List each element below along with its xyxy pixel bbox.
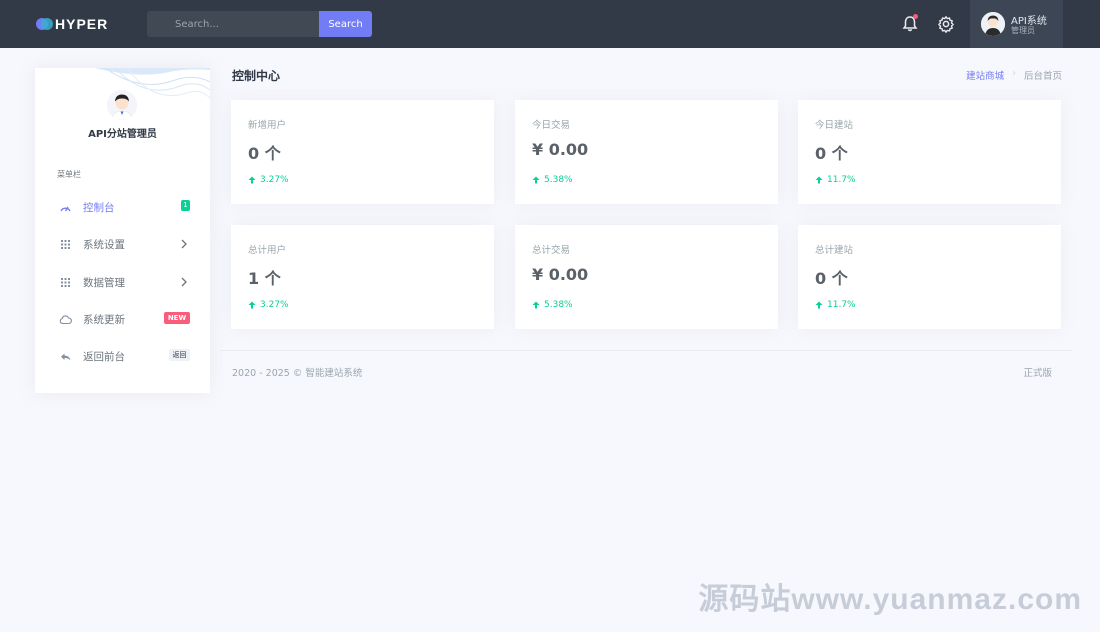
card-value: 0 个 bbox=[815, 144, 848, 163]
user-menu[interactable]: API系统 管理员 bbox=[970, 0, 1063, 48]
sidebar-item-label: 返回前台 bbox=[83, 351, 125, 363]
new-badge: NEW bbox=[164, 312, 190, 324]
stat-card-today-sites: 今日建站 0 个 11.7% bbox=[798, 100, 1061, 204]
breadcrumb-current: 后台首页 bbox=[1023, 71, 1062, 82]
grid-icon bbox=[61, 278, 70, 287]
cloud-icon bbox=[59, 315, 72, 325]
footer-copyright: 2020 - 2025 © 智能建站系统 bbox=[232, 368, 363, 379]
card-label: 今日交易 bbox=[532, 120, 571, 131]
search-input[interactable] bbox=[147, 11, 319, 37]
sidebar: API分站管理员 菜单栏 控制台 1 系统设置 数据管理 系统更新 NEW 返回… bbox=[35, 68, 210, 393]
card-label: 今日建站 bbox=[815, 120, 854, 131]
card-value: 1 个 bbox=[248, 269, 281, 288]
user-role: 管理员 bbox=[1011, 26, 1035, 35]
sidebar-item-system-update[interactable]: 系统更新 NEW bbox=[35, 307, 210, 331]
profile-name: API分站管理员 bbox=[88, 129, 157, 140]
stat-card-total-sites: 总计建站 0 个 11.7% bbox=[798, 225, 1061, 329]
stat-card-new-users: 新增用户 0 个 3.27% bbox=[231, 100, 494, 204]
card-trend: 5.38% bbox=[532, 175, 573, 185]
search-button[interactable]: Search bbox=[319, 11, 372, 37]
breadcrumb-link-store[interactable]: 建站商城 bbox=[966, 68, 1004, 82]
topbar: HYPER Search API系统 管理员 bbox=[0, 0, 1100, 48]
stat-card-today-transactions: 今日交易 ¥ 0.00 5.38% bbox=[515, 100, 778, 204]
page-title: 控制中心 bbox=[232, 69, 281, 83]
search-box: Search bbox=[147, 11, 372, 37]
notification-bell-icon[interactable] bbox=[900, 14, 920, 34]
card-trend: 11.7% bbox=[815, 175, 856, 185]
grid-icon bbox=[61, 240, 70, 249]
card-label: 总计用户 bbox=[248, 245, 287, 256]
sidebar-item-label: 系统设置 bbox=[83, 239, 125, 251]
sidebar-item-label: 系统更新 bbox=[83, 314, 125, 326]
arrow-up-icon bbox=[815, 301, 823, 309]
arrow-up-icon bbox=[248, 176, 256, 184]
card-trend: 11.7% bbox=[815, 300, 856, 310]
footer-divider bbox=[220, 350, 1072, 351]
breadcrumb-separator-icon: › bbox=[1012, 68, 1016, 79]
trend-value: 3.27% bbox=[260, 175, 289, 185]
chevron-right-icon bbox=[181, 239, 187, 249]
sidebar-item-label: 数据管理 bbox=[83, 277, 125, 289]
menu-title: 菜单栏 bbox=[57, 170, 81, 179]
trend-value: 11.7% bbox=[827, 300, 856, 310]
card-trend: 5.38% bbox=[532, 300, 573, 310]
arrow-up-icon bbox=[532, 176, 540, 184]
card-value: ¥ 0.00 bbox=[532, 140, 589, 159]
watermark: 源码站www.yuanmaz.com bbox=[698, 583, 1082, 616]
gear-icon[interactable] bbox=[936, 14, 956, 34]
trend-value: 5.38% bbox=[544, 300, 573, 310]
card-label: 新增用户 bbox=[248, 120, 287, 131]
card-label: 总计交易 bbox=[532, 245, 571, 256]
reply-icon bbox=[61, 353, 71, 361]
stat-card-total-transactions: 总计交易 ¥ 0.00 5.38% bbox=[515, 225, 778, 329]
avatar bbox=[981, 12, 1005, 36]
dashboard-icon bbox=[60, 206, 71, 212]
card-trend: 3.27% bbox=[248, 175, 289, 185]
count-badge: 1 bbox=[181, 200, 190, 211]
card-value: 0 个 bbox=[815, 269, 848, 288]
breadcrumb: 建站商城 › 后台首页 bbox=[966, 68, 1062, 82]
trend-value: 11.7% bbox=[827, 175, 856, 185]
chevron-right-icon bbox=[181, 277, 187, 287]
card-label: 总计建站 bbox=[815, 245, 854, 256]
footer-version: 正式版 bbox=[1023, 368, 1052, 379]
notification-dot bbox=[913, 14, 918, 19]
arrow-up-icon bbox=[532, 301, 540, 309]
logo[interactable]: HYPER bbox=[36, 14, 108, 34]
card-value: 0 个 bbox=[248, 144, 281, 163]
trend-value: 3.27% bbox=[260, 300, 289, 310]
sidebar-item-data-management[interactable]: 数据管理 bbox=[35, 270, 210, 294]
logo-text: HYPER bbox=[55, 16, 109, 32]
card-trend: 3.27% bbox=[248, 300, 289, 310]
sidebar-item-back-to-frontend[interactable]: 返回前台 返回 bbox=[35, 344, 210, 368]
logo-icon bbox=[36, 18, 53, 30]
sidebar-item-dashboard[interactable]: 控制台 1 bbox=[35, 195, 210, 219]
back-badge: 返回 bbox=[169, 349, 190, 361]
stat-card-total-users: 总计用户 1 个 3.27% bbox=[231, 225, 494, 329]
trend-value: 5.38% bbox=[544, 175, 573, 185]
sidebar-item-system-settings[interactable]: 系统设置 bbox=[35, 232, 210, 256]
arrow-up-icon bbox=[815, 176, 823, 184]
arrow-up-icon bbox=[248, 301, 256, 309]
profile-avatar bbox=[107, 90, 137, 120]
card-value: ¥ 0.00 bbox=[532, 265, 589, 284]
sidebar-item-label: 控制台 bbox=[83, 202, 115, 214]
